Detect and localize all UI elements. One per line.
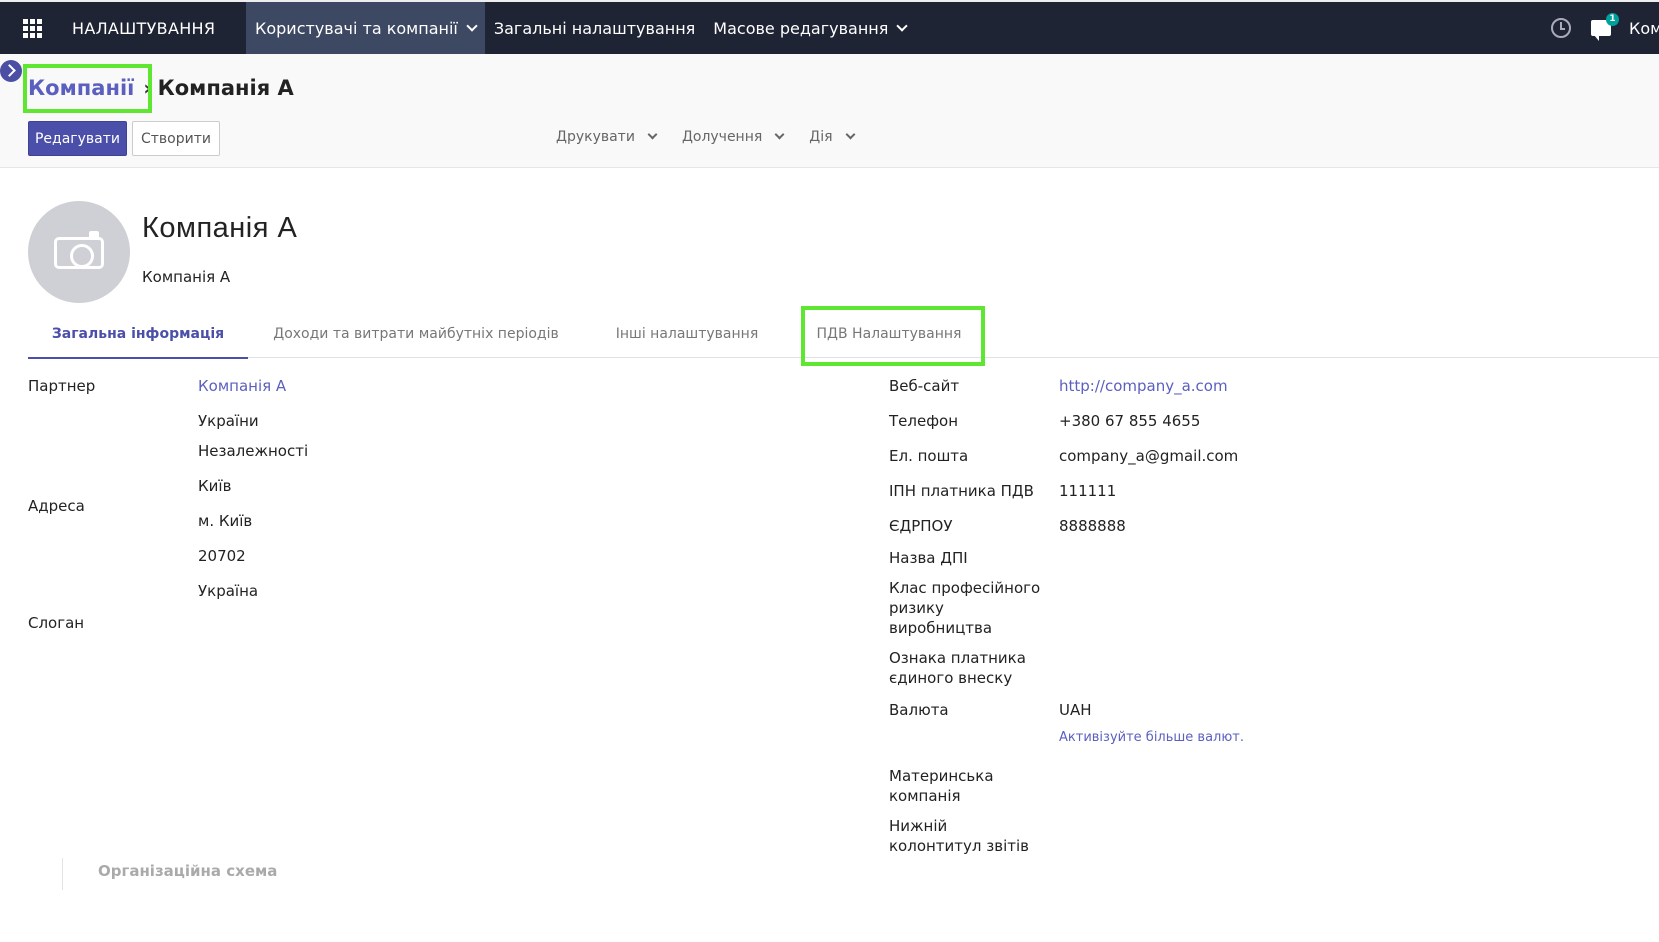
address-country: Україна <box>198 582 259 600</box>
currency-value: UAH <box>1059 701 1092 719</box>
org-chart-title: Організаційна схема <box>98 862 278 880</box>
activity-clock-icon[interactable] <box>1551 18 1571 38</box>
partner-link[interactable]: Компанія А <box>198 376 286 396</box>
website-label: Веб-сайт <box>889 377 960 395</box>
address-city: Київ <box>198 477 232 495</box>
company-logo[interactable] <box>28 201 130 303</box>
single-tax-label-line: Ознака платника <box>889 649 1026 667</box>
action-dropdown[interactable]: Дія <box>809 129 855 145</box>
create-button[interactable]: Створити <box>132 121 220 156</box>
top-navbar: НАЛАШТУВАННЯ Користувачі та компанії Заг… <box>0 0 1659 54</box>
highlight-box-companies <box>23 64 152 113</box>
edrpou-label: ЄДРПОУ <box>889 517 953 535</box>
menu-users-companies[interactable]: Користувачі та компанії <box>246 2 485 54</box>
email-label: Ел. пошта <box>889 447 969 465</box>
slogan-label: Слоган <box>28 614 85 632</box>
report-footer-label-line: колонтитул звітів <box>889 837 1029 855</box>
parent-company-label: Материнська компанія <box>889 766 994 806</box>
partner-label: Партнер <box>28 377 96 395</box>
chat-badge: 1 <box>1606 13 1619 26</box>
control-panel-actions: Друкувати Долучення Дія <box>556 129 880 145</box>
address-country-region: України <box>198 412 259 430</box>
risk-class-label-line: ризику <box>889 599 944 617</box>
menu-users-companies-label: Користувачі та компанії <box>255 18 458 38</box>
apps-menu-icon[interactable] <box>0 2 64 54</box>
main-menu: Користувачі та компанії Загальні налашту… <box>246 2 915 54</box>
single-tax-label: Ознака платника єдиного внеску <box>889 648 1026 688</box>
chevron-down-icon <box>774 129 785 140</box>
tab-deferred-income-expenses[interactable]: Доходи та витрати майбутніх періодів <box>266 310 566 358</box>
currency-label: Валюта <box>889 701 949 719</box>
menu-general-settings[interactable]: Загальні налаштування <box>485 2 704 54</box>
action-dropdown-label: Дія <box>809 129 833 145</box>
menu-general-settings-label: Загальні налаштування <box>493 18 696 38</box>
org-chart-divider <box>62 858 63 890</box>
vat-number-label: ІПН платника ПДВ <box>889 482 1034 500</box>
highlight-box-vat-tab <box>801 306 985 366</box>
record-subtitle: Компанія А <box>142 268 231 286</box>
risk-class-label: Клас професійного ризику виробництва <box>889 578 1040 638</box>
chevron-down-icon <box>896 19 909 32</box>
record-title: Компанія А <box>142 212 298 244</box>
edrpou-value: 8888888 <box>1059 517 1126 535</box>
app-brand: НАЛАШТУВАННЯ <box>72 18 216 38</box>
control-panel <box>0 54 1659 168</box>
report-footer-label: Нижній колонтитул звітів <box>889 816 1029 856</box>
chevron-down-icon <box>845 129 855 140</box>
vat-number-value: 111111 <box>1059 482 1117 500</box>
phone-label: Телефон <box>889 412 959 430</box>
parent-company-label-line: компанія <box>889 787 961 805</box>
website-link[interactable]: http://company_a.com <box>1059 376 1228 396</box>
print-dropdown-label: Друкувати <box>556 129 635 145</box>
camera-icon <box>54 231 104 269</box>
risk-class-label-line: виробництва <box>889 619 993 637</box>
menu-mass-editing[interactable]: Масове редагування <box>704 2 915 54</box>
company-switcher[interactable]: Ком <box>1629 19 1659 38</box>
attachments-dropdown-label: Долучення <box>681 129 763 145</box>
attachments-dropdown[interactable]: Долучення <box>681 129 785 145</box>
single-tax-label-line: єдиного внеску <box>889 669 1013 687</box>
breadcrumb-current: Компанія А <box>157 76 294 100</box>
print-dropdown[interactable]: Друкувати <box>556 129 658 145</box>
tab-general-info[interactable]: Загальна інформація <box>28 310 248 359</box>
address-street: Незалежності <box>198 442 309 460</box>
chevron-down-icon <box>466 19 478 32</box>
report-footer-label-line: Нижній <box>889 817 948 835</box>
phone-value: +380 67 855 4655 <box>1059 412 1201 430</box>
sidebar-toggle-icon[interactable] <box>0 60 22 82</box>
risk-class-label-line: Клас професійного <box>889 579 1041 597</box>
navbar-systray: 1 Ком <box>1551 2 1659 54</box>
messaging-icon[interactable]: 1 <box>1591 13 1619 41</box>
email-value: company_a@gmail.com <box>1059 447 1239 465</box>
tab-other-settings[interactable]: Інші налаштування <box>606 310 768 358</box>
edit-button[interactable]: Редагувати <box>28 121 127 156</box>
address-state: м. Київ <box>198 512 253 530</box>
tax-office-label: Назва ДПІ <box>889 549 968 567</box>
chevron-down-icon <box>647 129 658 140</box>
address-zip: 20702 <box>198 547 246 565</box>
activate-currencies-link[interactable]: Активізуйте більше валют. <box>1059 730 1244 745</box>
menu-mass-editing-label: Масове редагування <box>713 18 889 38</box>
address-label: Адреса <box>28 497 85 515</box>
parent-company-label-line: Материнська <box>889 767 994 785</box>
